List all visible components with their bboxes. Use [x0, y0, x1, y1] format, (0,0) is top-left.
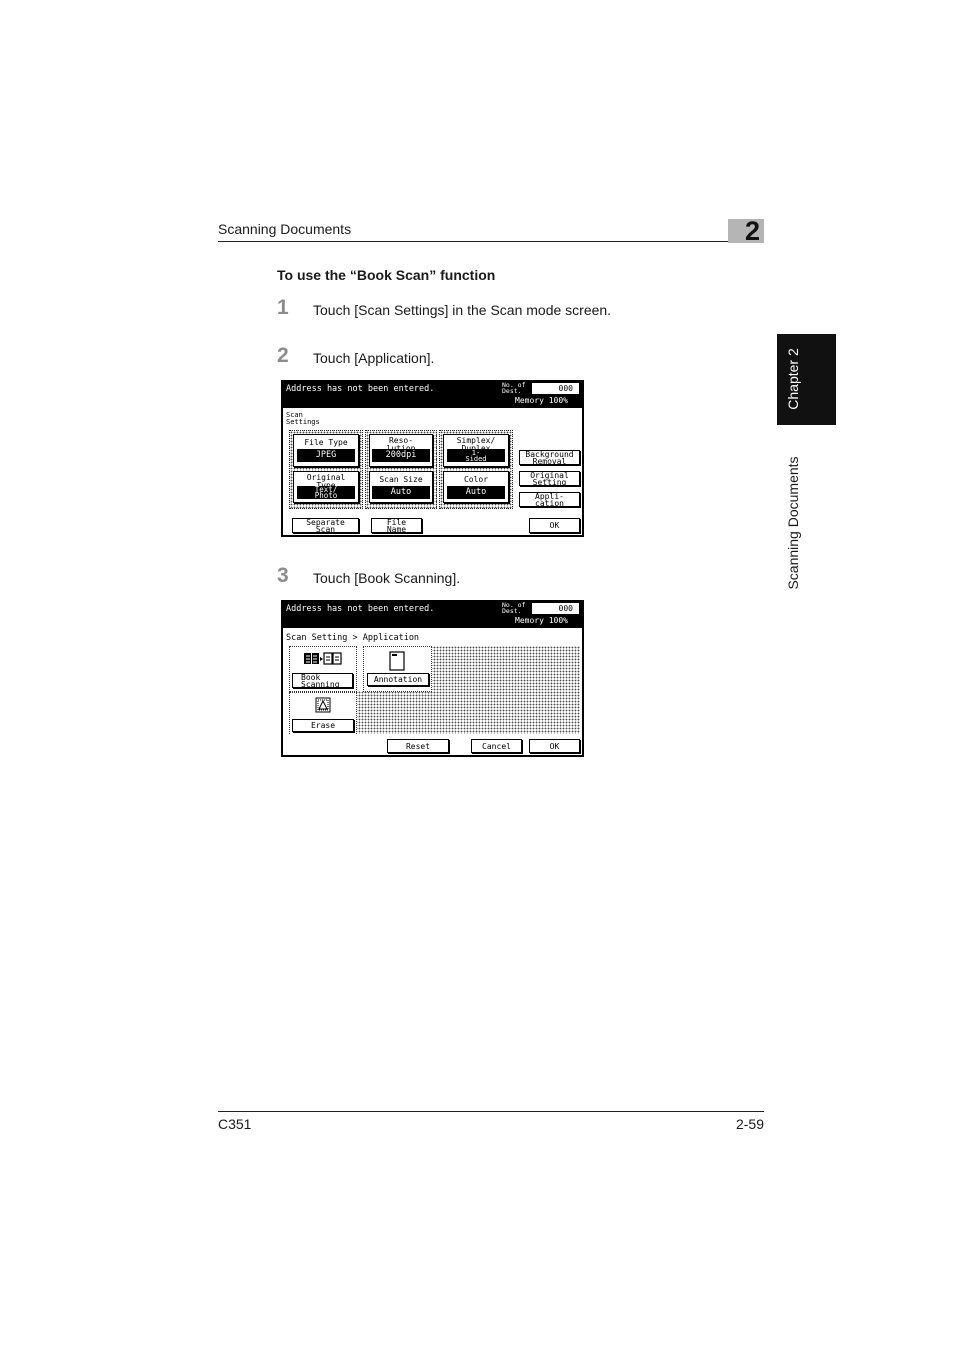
- dest-counter-label: No. of Dest.: [502, 381, 526, 395]
- book-scan-icon: [304, 652, 342, 665]
- background-removal-button[interactable]: Background Removal: [519, 450, 580, 465]
- status-message: Address has not been entered.: [286, 604, 435, 614]
- application-label: cation: [535, 498, 564, 508]
- step-text-3: Touch [Book Scanning].: [313, 570, 461, 586]
- running-header-title: Scanning Documents: [218, 221, 352, 237]
- erase-button[interactable]: Erase: [292, 719, 354, 732]
- cancel-label: Cancel: [482, 741, 511, 751]
- separate-scan-label: Scan: [315, 524, 336, 534]
- side-tab-section-label: Scanning Documents: [785, 456, 801, 590]
- dest-counter-value: 000: [532, 383, 579, 394]
- step-number-1: 1: [277, 296, 289, 319]
- scan-size-label: Scan Size: [379, 475, 423, 484]
- separate-scan-button[interactable]: Separate Scan: [292, 518, 359, 533]
- empty-area: [355, 691, 430, 734]
- color-label: Color: [463, 475, 489, 484]
- step-text-2: Touch [Application].: [313, 350, 435, 366]
- color-value: Auto: [447, 486, 505, 499]
- cancel-button[interactable]: Cancel: [471, 739, 522, 753]
- step-number-3: 3: [277, 564, 289, 587]
- reset-label: Reset: [405, 741, 431, 751]
- file-name-button[interactable]: File Name: [371, 518, 422, 533]
- side-tab-chapter-label: Chapter 2: [785, 348, 801, 410]
- book-scanning-button[interactable]: Book Scanning: [292, 673, 353, 688]
- memory-indicator: Memory 100%: [515, 396, 568, 405]
- resolution-value-text: 200dpi: [385, 450, 417, 460]
- status-bar: Address has not been entered. No. of Des…: [283, 602, 582, 628]
- memory-indicator: Memory 100%: [515, 616, 568, 625]
- erase-icon: [315, 697, 331, 713]
- footer-model: C351: [218, 1116, 252, 1132]
- file-name-label: Name: [386, 524, 407, 534]
- dest-counter: No. of Dest. 000: [502, 602, 582, 614]
- application-screen: Address has not been entered. No. of Des…: [281, 600, 584, 757]
- application-button[interactable]: Appli- cation: [519, 492, 580, 507]
- original-type-value-text: Photo: [314, 490, 338, 500]
- step-number-2: 2: [277, 344, 289, 367]
- chapter-number: 2: [745, 216, 761, 246]
- resolution-value: 200dpi: [372, 449, 430, 462]
- annotation-label: Annotation: [373, 675, 423, 684]
- background-removal-label: Removal: [532, 456, 567, 466]
- ok-button[interactable]: OK: [529, 739, 580, 753]
- ok-button[interactable]: OK: [529, 518, 580, 533]
- annotation-icon: [389, 651, 405, 671]
- dest-counter-value: 000: [532, 603, 579, 614]
- original-type-value: Text/ Photo: [297, 485, 355, 500]
- color-value-text: Auto: [465, 487, 487, 497]
- header-rule: [218, 241, 764, 242]
- step-text-1: Touch [Scan Settings] in the Scan mode s…: [313, 302, 612, 318]
- original-setting-label: Setting: [532, 477, 567, 487]
- simplex-duplex-value: 1- Sided: [447, 449, 505, 462]
- footer-page-number: 2-59: [735, 1116, 764, 1132]
- dest-counter-label: No. of Dest.: [502, 601, 526, 615]
- empty-area: [430, 646, 580, 734]
- original-setting-button[interactable]: Original Setting: [519, 471, 580, 486]
- scan-size-value-text: Auto: [390, 487, 412, 497]
- status-message: Address has not been entered.: [286, 384, 435, 394]
- breadcrumb: Scan Setting > Application: [286, 633, 420, 643]
- annotation-button[interactable]: Annotation: [367, 673, 429, 686]
- section-heading: To use the “Book Scan” function: [277, 267, 496, 283]
- dest-counter: No. of Dest. 000: [502, 382, 582, 394]
- screen-title-line: Settings: [286, 418, 320, 426]
- status-bar: Address has not been entered. No. of Des…: [283, 382, 582, 408]
- scan-size-value: Auto: [372, 486, 430, 499]
- file-type-label: File Type: [304, 438, 348, 447]
- reset-button[interactable]: Reset: [387, 739, 449, 753]
- scan-settings-screen: Address has not been entered. No. of Des…: [281, 380, 584, 537]
- ok-label: OK: [549, 741, 560, 751]
- erase-label: Erase: [310, 721, 336, 730]
- ok-label: OK: [549, 521, 560, 530]
- book-scanning-label: Scanning: [301, 679, 340, 689]
- file-type-value-text: JPEG: [315, 450, 337, 460]
- file-type-value: JPEG: [297, 449, 355, 462]
- simplex-duplex-value-text: Sided: [465, 454, 487, 463]
- screen-title: Scan Settings: [286, 412, 320, 426]
- footer-rule: [218, 1111, 764, 1112]
